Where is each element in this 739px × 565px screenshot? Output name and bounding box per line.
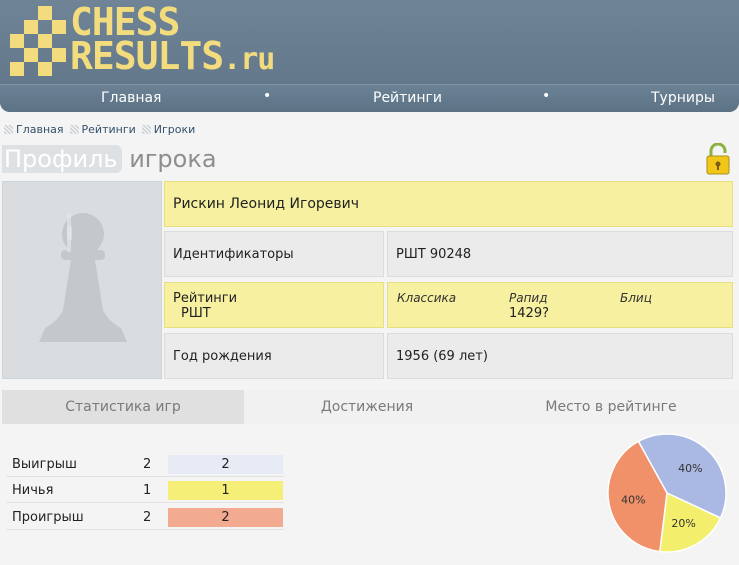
pie-label-2: 20% [671,517,695,530]
stat-row-wins: Выигрыш 2 2 [6,453,284,477]
logo-line-2-main: RESULTS [70,34,224,78]
ratings-label: Рейтинги [173,291,238,306]
breadcrumb-label: Рейтинги [81,123,136,136]
ratings-label-cell: Рейтинги РШТ [164,282,384,328]
breadcrumb-icon [4,125,13,134]
main-nav: Главная • Рейтинги • Турниры [0,84,739,112]
stat-count: 2 [143,510,152,525]
stat-count: 2 [143,457,152,472]
ids-value-cell: РШТ 90248 [387,231,733,277]
rating-header-blitz: Блиц [620,291,652,305]
page-title-highlight: Профиль [2,145,122,173]
breadcrumb-icon [69,125,79,134]
results-pie-chart: 40% 20% 40% [607,433,727,553]
ids-value: РШТ 90248 [396,246,472,262]
tab-rating-position[interactable]: Место в рейтинге [490,390,732,424]
rating-rapid-value: 1429? [509,306,549,321]
tab-achievements[interactable]: Достижения [246,390,488,424]
page-title-rest: игрока [121,145,217,173]
ratings-federation: РШТ [181,306,211,321]
player-name: Рискин Леонид Игоревич [173,196,359,212]
stat-row-draws: Ничья 1 1 [6,479,284,503]
birth-label: Год рождения [173,348,272,364]
nav-tournaments[interactable]: Турниры [651,90,715,106]
breadcrumb-item-home[interactable]: Главная [4,123,64,136]
breadcrumb-item-players[interactable]: Игроки [141,123,196,136]
site-logo[interactable]: CHESS RESULTS.ru [8,3,288,78]
stat-bar: 1 [168,481,283,500]
nav-ratings[interactable]: Рейтинги [373,90,442,106]
birth-label-cell: Год рождения [164,333,384,379]
tab-game-stats[interactable]: Статистика игр [2,390,244,424]
pie-label-1: 40% [678,462,702,475]
player-photo-placeholder [2,181,162,379]
birth-value-cell: 1956 (69 лет) [387,333,733,379]
logo-domain-suffix: .ru [223,42,275,77]
ids-label-cell: Идентификаторы [164,231,384,277]
rating-header-classic: Классика [397,291,457,305]
breadcrumb-label: Игроки [153,123,196,136]
stat-bar: 2 [168,508,283,527]
rating-header-rapid: Рапид [509,291,548,305]
breadcrumb-icon [141,125,151,134]
stat-bar: 2 [168,455,283,474]
breadcrumb-label: Главная [16,123,64,136]
unlocked-padlock-icon[interactable] [705,143,731,175]
profile-tabs: Статистика игр Достижения Место в рейтин… [2,390,739,424]
stat-label: Ничья [12,483,54,498]
breadcrumb: Главная Рейтинги Игроки [4,123,195,136]
stat-count: 1 [143,483,152,498]
ids-label: Идентификаторы [173,246,294,262]
nav-separator: • [263,88,272,104]
stat-label: Проигрыш [12,510,84,525]
player-name-cell: Рискин Леонид Игоревич [164,181,733,227]
breadcrumb-item-ratings[interactable]: Рейтинги [69,123,136,136]
nav-separator: • [542,88,551,104]
page-title: Профиль игрока [2,145,217,173]
ratings-value-cell [387,282,733,328]
birth-value: 1956 (69 лет) [396,348,488,364]
stat-row-losses: Проигрыш 2 2 [6,506,284,530]
stat-label: Выигрыш [12,457,77,472]
logo-line-2: RESULTS.ru [70,37,275,77]
nav-home[interactable]: Главная [101,90,161,106]
site-header: CHESS RESULTS.ru Главная • Рейтинги • Ту… [0,0,739,112]
chess-pawn-icon [39,213,127,342]
pie-label-3: 40% [621,494,645,507]
logo-text: CHESS RESULTS.ru [70,3,275,77]
chessboard-logo-icon [10,6,66,76]
